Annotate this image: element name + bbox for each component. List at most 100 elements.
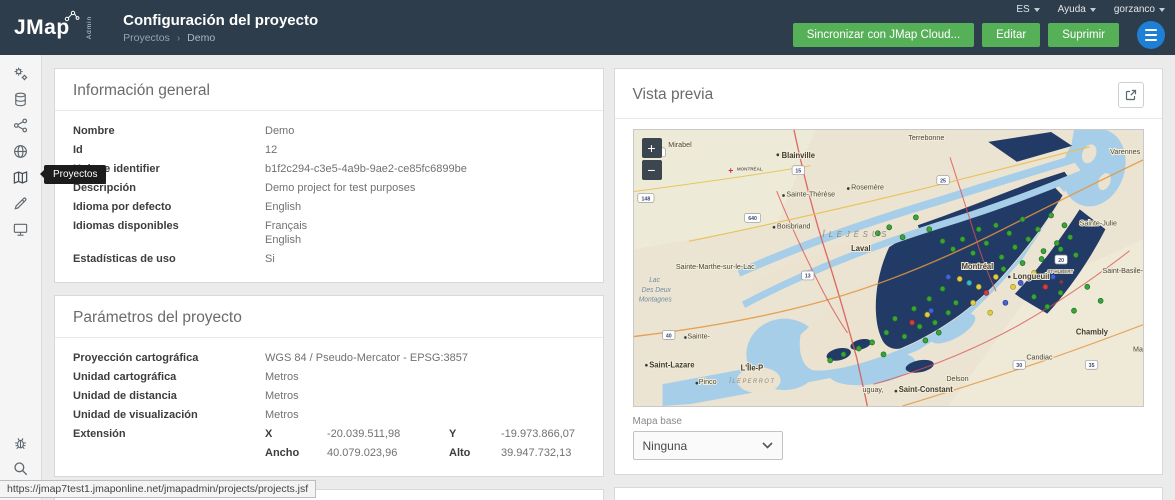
breadcrumb-separator: ›: [177, 32, 181, 44]
svg-text:40: 40: [665, 333, 671, 339]
extension-x-label: X: [265, 427, 327, 441]
svg-text:Montagnes: Montagnes: [638, 297, 672, 304]
svg-text:Sainte-Julie: Sainte-Julie: [1079, 218, 1116, 227]
svg-text:13: 13: [804, 274, 810, 280]
main-menu-button[interactable]: [1137, 21, 1165, 49]
sidebar-item-deployments[interactable]: [12, 143, 29, 160]
general-info-title: Información general: [73, 82, 210, 100]
field-value: Demo project for test purposes: [265, 181, 415, 195]
svg-text:Sainte-Marthe-sur-le-Lac: Sainte-Marthe-sur-le-Lac: [675, 262, 754, 271]
general-info-card: Información general NombreDemo Id12 Uniq…: [54, 68, 604, 283]
svg-text:Î L E P E R R O T: Î L E P E R R O T: [729, 378, 774, 385]
extension-x-value: -20.039.511,98: [327, 427, 449, 441]
field-value: Metros: [265, 370, 299, 384]
sync-jmap-cloud-button[interactable]: Sincronizar con JMap Cloud...: [793, 23, 974, 47]
field-value: English: [265, 200, 301, 214]
svg-text:Montréal: Montréal: [961, 262, 993, 271]
layers-card: Capas: [614, 487, 1164, 500]
info-row-nombre: NombreDemo: [73, 121, 585, 140]
field-value: Demo: [265, 124, 294, 138]
basemap-svg: 5014815640132540203035 MirabelBlainville…: [634, 130, 1144, 406]
basemap-select-value: Ninguna: [643, 439, 688, 453]
help-menu[interactable]: Ayuda: [1058, 4, 1096, 15]
param-row-unidad-visualizacion: Unidad de visualizaciónMetros: [73, 405, 585, 424]
field-label: Idiomas disponibles: [73, 219, 265, 247]
zoom-in-button[interactable]: +: [642, 138, 662, 158]
chevron-down-icon: [1034, 8, 1040, 12]
jmap-logo-molecule-icon: [64, 9, 80, 27]
svg-text:Î L E J É S U S: Î L E J É S U S: [822, 230, 887, 239]
info-row-id: Id12: [73, 140, 585, 159]
svg-text:Terrebonne: Terrebonne: [908, 133, 944, 142]
svg-text:MONTRÉAL: MONTRÉAL: [736, 165, 762, 172]
svg-text:Boisbriand: Boisbriand: [776, 221, 810, 230]
svg-text:+: +: [1058, 277, 1063, 287]
svg-text:25: 25: [940, 178, 946, 184]
svg-text:Delson: Delson: [946, 374, 968, 383]
svg-text:Longueuil: Longueuil: [1013, 272, 1049, 281]
info-row-idioma: Idioma por defectoEnglish: [73, 197, 585, 216]
basemap-label: Mapa base: [633, 416, 1145, 427]
param-row-unidad-distancia: Unidad de distanciaMetros: [73, 386, 585, 405]
preview-title: Vista previa: [633, 86, 714, 104]
jmap-logo-text: JMap: [14, 16, 70, 39]
param-row-extension: Extensión X -20.039.511,98 Y -19.973.866…: [73, 424, 585, 462]
sidebar-item-share[interactable]: [12, 117, 29, 134]
language-menu[interactable]: ES: [1016, 4, 1039, 15]
svg-text:Saint-Lazare: Saint-Lazare: [649, 360, 695, 369]
svg-text:uguay,: uguay,: [862, 385, 883, 394]
sidebar-item-search[interactable]: [12, 460, 29, 477]
svg-text:Rosemère: Rosemère: [851, 182, 884, 191]
right-column: Vista previa: [614, 68, 1164, 487]
extension-grid: X -20.039.511,98 Y -19.973.866,07 Ancho …: [265, 427, 585, 460]
field-label: Extensión: [73, 427, 265, 460]
chevron-down-icon: [1090, 8, 1096, 12]
svg-text:Mari: Mari: [1133, 344, 1143, 353]
sidebar-item-applications[interactable]: [12, 221, 29, 238]
edit-button[interactable]: Editar: [982, 23, 1040, 47]
breadcrumb: Proyectos › Demo: [123, 32, 318, 44]
zoom-out-button[interactable]: −: [642, 160, 662, 180]
svg-text:ST-HUBERT: ST-HUBERT: [1047, 269, 1073, 274]
external-link-icon: [1125, 89, 1137, 101]
svg-text:15: 15: [795, 168, 801, 174]
sidebar-item-data[interactable]: [12, 91, 29, 108]
chevron-down-icon: [1159, 8, 1165, 12]
help-menu-label: Ayuda: [1058, 4, 1086, 15]
preview-card: Vista previa: [614, 68, 1164, 475]
field-label: Nombre: [73, 124, 265, 138]
svg-text:L'Île-P: L'Île-P: [740, 363, 763, 372]
field-value: Metros: [265, 389, 299, 403]
user-menu-label: gorzanco: [1114, 4, 1155, 15]
field-label: Id: [73, 143, 265, 157]
extension-y-value: -19.973.866,07: [501, 427, 585, 441]
sidebar-item-settings[interactable]: [12, 65, 29, 82]
breadcrumb-projects[interactable]: Proyectos: [123, 32, 170, 44]
info-row-idiomas-disponibles: Idiomas disponiblesFrançais English: [73, 216, 585, 249]
sidebar-item-projects[interactable]: [12, 169, 29, 186]
project-params-card: Parámetros del proyecto Proyección carto…: [54, 295, 604, 477]
app-header: JMap Admin Configuración del proyecto Pr…: [0, 0, 1175, 55]
field-label: Proyección cartográfica: [73, 351, 265, 365]
field-value: 12: [265, 143, 277, 157]
field-label: Idioma por defecto: [73, 200, 265, 214]
svg-text:Chambly: Chambly: [1075, 327, 1108, 336]
field-value: Français English: [265, 219, 307, 247]
map-preview[interactable]: 5014815640132540203035 MirabelBlainville…: [633, 129, 1145, 407]
svg-text:20: 20: [1058, 258, 1064, 264]
sidebar-tooltip: Proyectos: [44, 165, 106, 184]
basemap-select[interactable]: Ninguna: [633, 431, 783, 460]
param-row-proyeccion: Proyección cartográficaWGS 84 / Pseudo-M…: [73, 348, 585, 367]
open-preview-button[interactable]: [1118, 82, 1144, 108]
param-row-unidad-cartografica: Unidad cartográficaMetros: [73, 367, 585, 386]
jmap-logo-admin-text: Admin: [86, 16, 93, 39]
jmap-logo[interactable]: JMap Admin: [0, 0, 111, 55]
svg-text:Sainte-: Sainte-: [687, 331, 710, 340]
sidebar-item-debug[interactable]: [12, 434, 29, 451]
delete-button[interactable]: Suprimir: [1048, 23, 1119, 47]
user-menu[interactable]: gorzanco: [1114, 4, 1165, 15]
sidebar-item-annotations[interactable]: [12, 195, 29, 212]
extension-alto-value: 39.947.732,13: [501, 446, 585, 460]
field-label: Estadísticas de uso: [73, 252, 265, 266]
chevron-down-icon: [762, 442, 773, 449]
